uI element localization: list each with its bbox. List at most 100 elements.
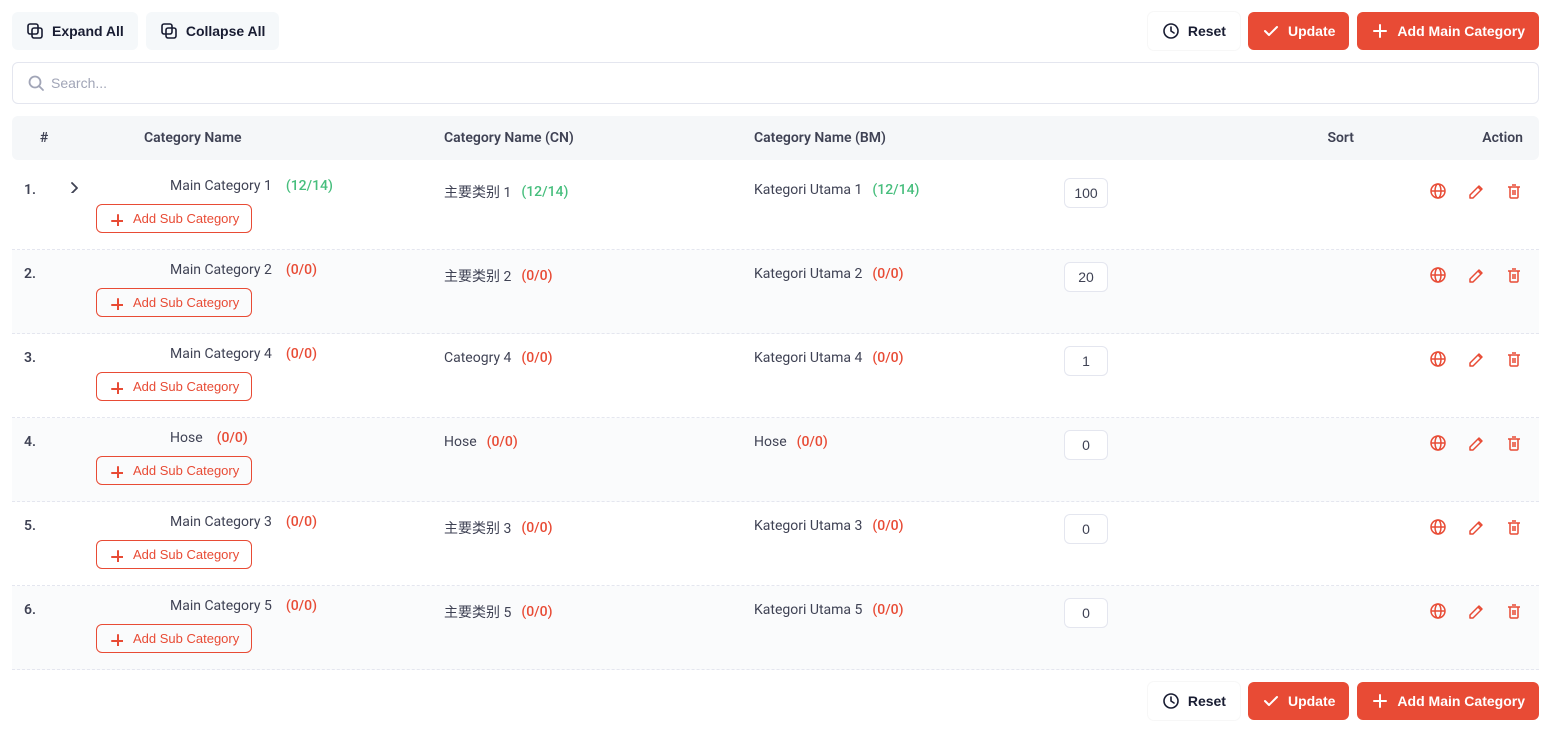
sort-input[interactable] — [1064, 430, 1108, 460]
search-input[interactable] — [45, 71, 1524, 95]
trash-icon — [1505, 182, 1523, 200]
copy-stack-icon — [26, 22, 44, 40]
category-name-bm: Kategori Utama 1 — [754, 182, 862, 198]
edit-icon — [1467, 350, 1485, 368]
sort-input[interactable] — [1064, 346, 1108, 376]
category-counts: (0/0) — [286, 346, 317, 362]
globe-action-button[interactable] — [1429, 182, 1447, 200]
sort-input[interactable] — [1064, 514, 1108, 544]
search-bar[interactable] — [12, 62, 1539, 104]
category-name-bm: Kategori Utama 2 — [754, 266, 862, 282]
add-sub-label: Add Sub Category — [133, 211, 239, 226]
add-main-label: Add Main Category — [1397, 23, 1525, 39]
table-row: 5. Main Category 3 (0/0) Add Sub Categor… — [12, 502, 1539, 586]
category-counts: (0/0) — [286, 598, 317, 614]
add-sub-label: Add Sub Category — [133, 295, 239, 310]
category-counts-bm: (0/0) — [872, 266, 903, 282]
add-sub-category-button[interactable]: Add Sub Category — [96, 204, 252, 233]
edit-action-button[interactable] — [1467, 350, 1485, 368]
sort-input[interactable] — [1064, 178, 1108, 208]
add-main-category-button[interactable]: Add Main Category — [1357, 12, 1539, 50]
category-name-cn: Hose — [444, 434, 477, 450]
trash-icon — [1505, 350, 1523, 368]
edit-icon — [1467, 182, 1485, 200]
add-sub-label: Add Sub Category — [133, 463, 239, 478]
expand-all-label: Expand All — [52, 23, 124, 39]
row-number: 5. — [24, 514, 64, 534]
add-sub-category-button[interactable]: Add Sub Category — [96, 288, 252, 317]
edit-action-button[interactable] — [1467, 434, 1485, 452]
globe-action-button[interactable] — [1429, 266, 1447, 284]
category-name-cn: 主要类别 2 — [444, 266, 511, 286]
check-icon — [1262, 22, 1280, 40]
row-number: 6. — [24, 598, 64, 618]
delete-action-button[interactable] — [1505, 434, 1523, 452]
update-button[interactable]: Update — [1248, 12, 1349, 50]
category-name-cn: 主要类别 1 — [444, 182, 511, 202]
row-number: 4. — [24, 430, 64, 450]
category-name-cn: Cateogry 4 — [444, 350, 511, 366]
add-sub-category-button[interactable]: Add Sub Category — [96, 624, 252, 653]
edit-action-button[interactable] — [1467, 266, 1485, 284]
globe-action-button[interactable] — [1429, 350, 1447, 368]
category-name-bm: Kategori Utama 3 — [754, 518, 862, 534]
category-name-bm: Hose — [754, 434, 787, 450]
delete-action-button[interactable] — [1505, 350, 1523, 368]
sort-input[interactable] — [1064, 262, 1108, 292]
globe-icon — [1429, 602, 1447, 620]
copy-stack-icon — [160, 22, 178, 40]
category-name: Main Category 5 — [170, 598, 272, 614]
table-row: 4. Hose (0/0) Add Sub Category Hose (0/0… — [12, 418, 1539, 502]
category-counts: (0/0) — [217, 430, 248, 446]
edit-action-button[interactable] — [1467, 602, 1485, 620]
add-sub-category-button[interactable]: Add Sub Category — [96, 540, 252, 569]
globe-action-button[interactable] — [1429, 518, 1447, 536]
category-counts-cn: (12/14) — [521, 184, 568, 200]
edit-icon — [1467, 602, 1485, 620]
category-name-bm: Kategori Utama 4 — [754, 350, 862, 366]
reset-button[interactable]: Reset — [1148, 12, 1240, 50]
update-button[interactable]: Update — [1248, 682, 1349, 720]
delete-action-button[interactable] — [1505, 182, 1523, 200]
plus-icon — [109, 380, 123, 394]
header-name: Category Name — [64, 130, 444, 146]
add-sub-category-button[interactable]: Add Sub Category — [96, 456, 252, 485]
delete-action-button[interactable] — [1505, 266, 1523, 284]
edit-action-button[interactable] — [1467, 182, 1485, 200]
globe-action-button[interactable] — [1429, 434, 1447, 452]
category-counts: (0/0) — [286, 262, 317, 278]
check-icon — [1262, 692, 1280, 710]
trash-icon — [1505, 434, 1523, 452]
search-icon — [27, 74, 45, 92]
add-sub-category-button[interactable]: Add Sub Category — [96, 372, 252, 401]
globe-action-button[interactable] — [1429, 602, 1447, 620]
trash-icon — [1505, 266, 1523, 284]
globe-icon — [1429, 266, 1447, 284]
collapse-all-button[interactable]: Collapse All — [146, 12, 280, 50]
expand-toggle[interactable] — [64, 179, 82, 193]
expand-all-button[interactable]: Expand All — [12, 12, 138, 50]
category-counts-cn: (0/0) — [521, 268, 552, 284]
add-main-category-button[interactable]: Add Main Category — [1357, 682, 1539, 720]
header-bm: Category Name (BM) — [754, 130, 1064, 146]
reset-button[interactable]: Reset — [1148, 682, 1240, 720]
globe-icon — [1429, 182, 1447, 200]
table-row: 3. Main Category 4 (0/0) Add Sub Categor… — [12, 334, 1539, 418]
sort-input[interactable] — [1064, 598, 1108, 628]
category-counts-cn: (0/0) — [521, 520, 552, 536]
add-sub-label: Add Sub Category — [133, 379, 239, 394]
category-name: Hose — [170, 430, 203, 446]
delete-action-button[interactable] — [1505, 518, 1523, 536]
plus-icon — [1371, 692, 1389, 710]
category-name: Main Category 4 — [170, 346, 272, 362]
table-row: 6. Main Category 5 (0/0) Add Sub Categor… — [12, 586, 1539, 670]
header-sort: Sort — [1064, 130, 1374, 146]
delete-action-button[interactable] — [1505, 602, 1523, 620]
category-counts: (12/14) — [286, 178, 333, 194]
table-row: 2. Main Category 2 (0/0) Add Sub Categor… — [12, 250, 1539, 334]
edit-action-button[interactable] — [1467, 518, 1485, 536]
reset-label: Reset — [1188, 693, 1226, 709]
reset-label: Reset — [1188, 23, 1226, 39]
chevron-right-icon — [66, 179, 80, 193]
trash-icon — [1505, 602, 1523, 620]
